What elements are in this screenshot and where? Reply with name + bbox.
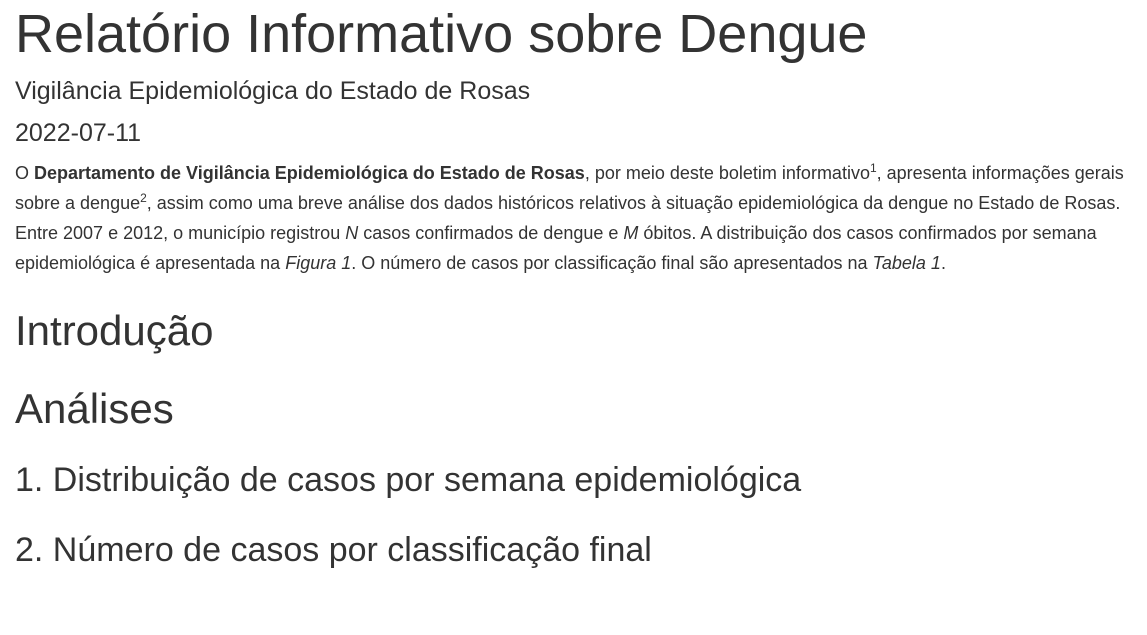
intro-figure-ref: Figura 1 [285,253,352,273]
intro-var-m: M [623,223,639,243]
section-heading-analises: Análises [15,385,174,432]
document-page: Relatório Informativo sobre Dengue Vigil… [0,0,1147,635]
document-subtitle: Vigilância Epidemiológica do Estado de R… [15,77,531,105]
intro-var-n: N [345,223,359,243]
intro-table-ref: Tabela 1 [872,253,941,273]
intro-department-name: Departamento de Vigilância Epidemiológic… [34,163,585,183]
footnote-ref-1[interactable]: 1 [870,161,877,175]
intro-text-7: . O número de casos por classificação fi… [351,253,873,273]
subsection-heading-classificacao: 2. Número de casos por classificação fin… [15,531,652,569]
section-heading-introducao: Introdução [15,307,214,354]
subsection-heading-distribuicao: 1. Distribuição de casos por semana epid… [15,461,802,499]
intro-text-1: O [15,163,35,183]
document-title: Relatório Informativo sobre Dengue [15,4,868,64]
intro-text-2: , por meio deste boletim informativo [584,163,870,183]
intro-paragraph: O Departamento de Vigilância Epidemiológ… [15,158,1135,278]
footnote-ref-2[interactable]: 2 [140,191,147,205]
intro-text-5: casos confirmados de dengue e [358,223,624,243]
intro-text-8: . [940,253,946,273]
document-date: 2022-07-11 [15,119,142,147]
